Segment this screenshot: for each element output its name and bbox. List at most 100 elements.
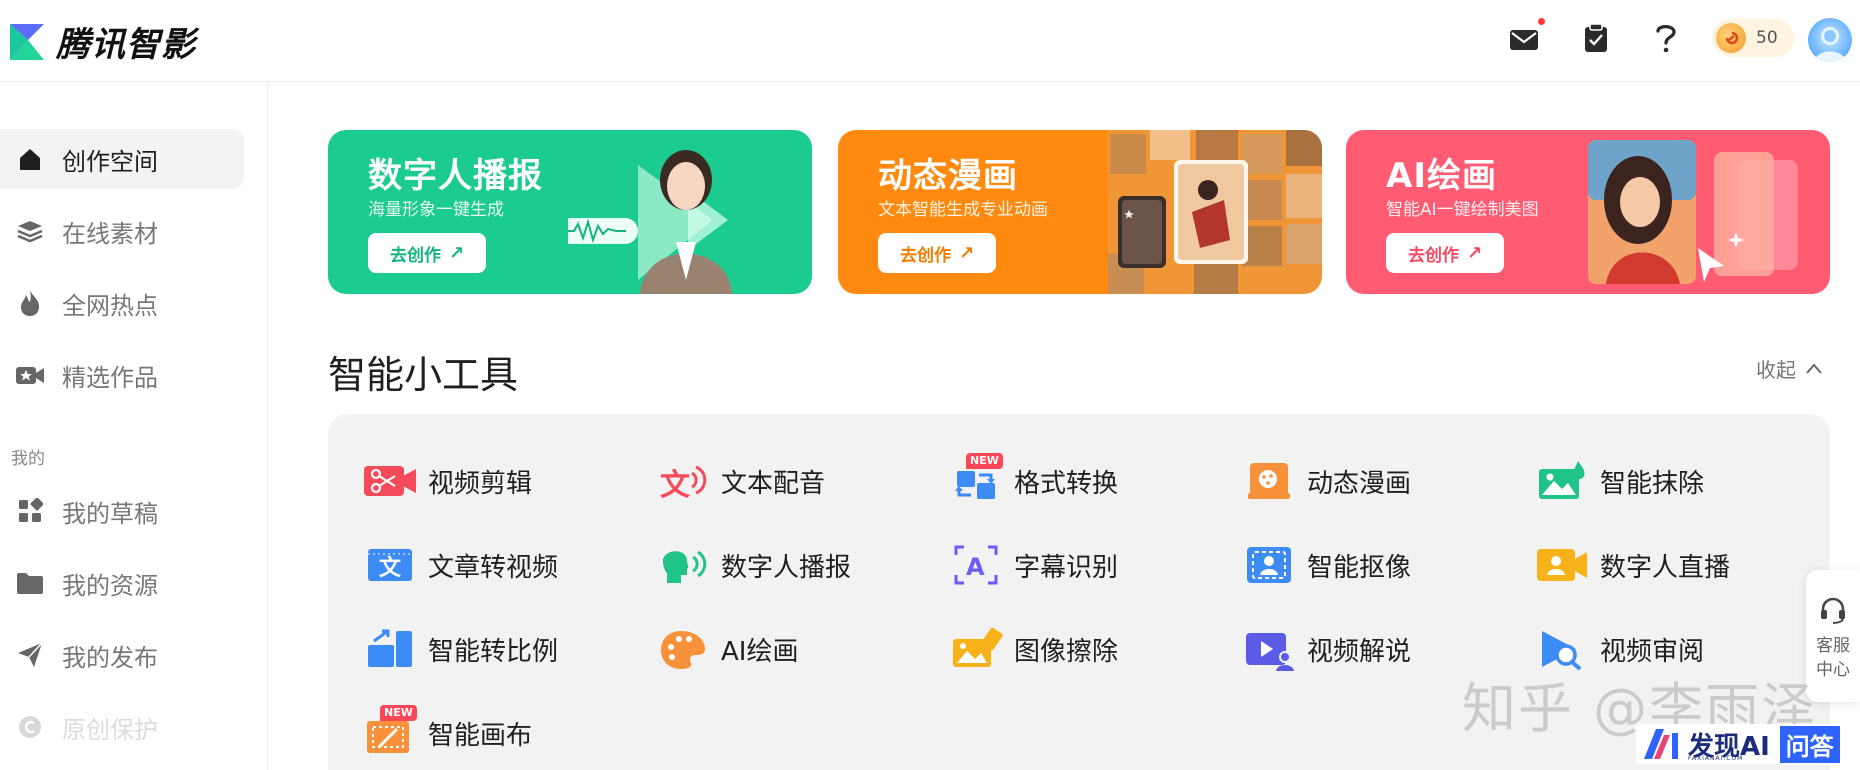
clipboard-check-icon xyxy=(1585,23,1607,52)
tool-label: AI绘画 xyxy=(721,636,799,667)
sidebar-item-resources[interactable]: 我的资源 xyxy=(0,553,244,613)
tool-text-voice[interactable]: 文 文本配音 xyxy=(655,454,825,508)
sidebar-item-label: 我的发布 xyxy=(62,643,158,672)
banner-digital-human[interactable]: 数字人播报 海量形象一键生成 去创作 ↗ xyxy=(328,130,812,294)
text-voice-icon: 文 xyxy=(655,457,711,505)
tool-label: 字幕识别 xyxy=(1014,552,1119,583)
sidebar-item-label: 我的资源 xyxy=(62,571,158,600)
subtitle-icon: A xyxy=(948,541,1004,589)
arrow-up-right-icon: ↗ xyxy=(448,242,465,264)
tasks-button[interactable] xyxy=(1576,18,1616,58)
tool-dynamic-comic[interactable]: 动态漫画 xyxy=(1241,454,1411,508)
tool-smart-erase[interactable]: 智能抹除 xyxy=(1534,454,1704,508)
banner-comic[interactable]: 动态漫画 文本智能生成专业动画 去创作 ↗ xyxy=(838,130,1322,294)
erase-image-icon xyxy=(1534,457,1590,505)
tool-smart-matting[interactable]: 智能抠像 xyxy=(1241,538,1411,592)
banner-title: 动态漫画 xyxy=(878,156,1018,196)
sidebar-item-hotspots[interactable]: 全网热点 xyxy=(0,273,244,333)
sidebar-item-materials[interactable]: 在线素材 xyxy=(0,201,244,261)
tool-label: 视频审阅 xyxy=(1600,636,1705,667)
chevron-up-icon xyxy=(1806,362,1822,374)
digital-human-icon xyxy=(655,541,711,589)
mail-icon xyxy=(1510,30,1538,50)
avatar-figure-icon xyxy=(1814,27,1846,62)
matting-icon xyxy=(1241,541,1297,589)
tool-digital-human[interactable]: 数字人播报 xyxy=(655,538,851,592)
tool-smart-canvas[interactable]: NEW 智能画布 xyxy=(362,705,532,760)
live-camera-icon xyxy=(1534,541,1590,589)
arrow-up-right-icon: ↗ xyxy=(1466,242,1483,264)
sidebar-item-label: 我的草稿 xyxy=(62,499,158,528)
canvas-icon: NEW xyxy=(362,705,418,757)
banner-create-button[interactable]: 去创作 ↗ xyxy=(368,233,486,273)
sidebar-item-workspace[interactable]: 创作空间 xyxy=(0,129,244,189)
sidebar-section-label: 我的 xyxy=(11,449,45,469)
folder-icon xyxy=(15,568,45,598)
banner-subtitle: 海量形象一键生成 xyxy=(368,200,504,220)
send-icon xyxy=(15,640,45,670)
tool-digital-live[interactable]: 数字人直播 xyxy=(1534,538,1730,592)
button-label: 去创作 xyxy=(899,245,951,266)
sidebar: 创作空间 在线素材 全网热点 精选作品 我的 我的草稿 我的资源 我的发布 原创… xyxy=(0,82,268,770)
button-label: 去创作 xyxy=(1407,245,1459,266)
tool-label: 文本配音 xyxy=(721,468,826,499)
tool-label: 数字人播报 xyxy=(721,552,852,583)
video-star-icon xyxy=(15,360,45,390)
tool-subtitle-recognize[interactable]: A 字幕识别 xyxy=(948,538,1118,592)
ratio-icon xyxy=(362,625,418,673)
service-label: 客服中心 xyxy=(1816,636,1850,680)
brand-qa: 问答 xyxy=(1779,725,1840,763)
banner-create-button[interactable]: 去创作 ↗ xyxy=(878,233,996,273)
copyright-icon xyxy=(15,712,45,742)
tool-image-erase[interactable]: 图像擦除 xyxy=(948,622,1118,676)
credits-badge[interactable]: 50 xyxy=(1712,19,1794,57)
tool-ai-painting[interactable]: AI绘画 xyxy=(655,622,798,676)
tool-label: 动态漫画 xyxy=(1307,468,1412,499)
user-avatar[interactable] xyxy=(1808,18,1852,62)
app: 腾讯智影 50 创作空间 在线素材 全网热点 精选作品 我的 我的草稿 我的资源… xyxy=(0,0,1860,770)
tool-video-edit[interactable]: 视频剪辑 xyxy=(362,454,532,508)
grid-icon xyxy=(15,496,45,526)
comic-illustration xyxy=(1108,130,1322,294)
sidebar-item-featured[interactable]: 精选作品 xyxy=(0,345,244,405)
sidebar-item-publish[interactable]: 我的发布 xyxy=(0,625,244,685)
tool-label: 格式转换 xyxy=(1014,468,1119,499)
tool-format-convert[interactable]: NEW 格式转换 xyxy=(948,453,1119,508)
layers-icon xyxy=(15,216,45,246)
tool-video-narrate[interactable]: 视频解说 xyxy=(1241,622,1411,676)
unread-dot xyxy=(1538,18,1545,25)
home-icon xyxy=(15,144,45,174)
tool-label: 视频解说 xyxy=(1307,636,1412,667)
video-cut-icon xyxy=(362,457,418,505)
banner-ai-painting[interactable]: AI绘画 智能AI一键绘制美图 去创作 ↗ xyxy=(1346,130,1830,294)
tool-label: 文章转视频 xyxy=(428,552,559,583)
sidebar-item-label: 在线素材 xyxy=(62,219,158,248)
fire-icon xyxy=(15,288,45,318)
format-convert-icon: NEW xyxy=(948,453,1004,505)
image-erase-icon xyxy=(948,625,1004,673)
tool-article-video[interactable]: 文 文章转视频 xyxy=(362,538,558,592)
headset-icon xyxy=(1821,597,1845,624)
banner-create-button[interactable]: 去创作 ↗ xyxy=(1386,233,1504,273)
credits-count: 50 xyxy=(1756,28,1778,48)
logo-text: 腾讯智影 xyxy=(56,25,196,65)
logo[interactable]: 腾讯智影 xyxy=(8,17,196,66)
watermark-brand: 发现AI FAXIANAI.COM 问答 xyxy=(1636,724,1848,764)
tool-smart-ratio[interactable]: 智能转比例 xyxy=(362,622,558,676)
sidebar-item-drafts[interactable]: 我的草稿 xyxy=(0,481,244,541)
collapse-button[interactable]: 收起 xyxy=(1756,354,1824,383)
tool-label: 数字人直播 xyxy=(1600,552,1731,583)
coin-icon xyxy=(1716,23,1746,53)
sidebar-item-label: 全网热点 xyxy=(62,291,158,320)
question-icon xyxy=(1656,25,1676,53)
help-button[interactable] xyxy=(1646,18,1686,58)
sidebar-item-copyright[interactable]: 原创保护 xyxy=(0,697,244,757)
svg-text:A: A xyxy=(966,553,985,581)
mail-button[interactable] xyxy=(1504,18,1545,60)
banner-subtitle: 智能AI一键绘制美图 xyxy=(1386,200,1539,220)
banner-title: 数字人播报 xyxy=(368,156,543,196)
ai-painting-illustration xyxy=(1588,140,1798,284)
svg-text:文: 文 xyxy=(379,555,402,581)
brand-logo-icon xyxy=(1644,729,1678,759)
brand-domain: FAXIANAI.COM xyxy=(1688,755,1744,762)
